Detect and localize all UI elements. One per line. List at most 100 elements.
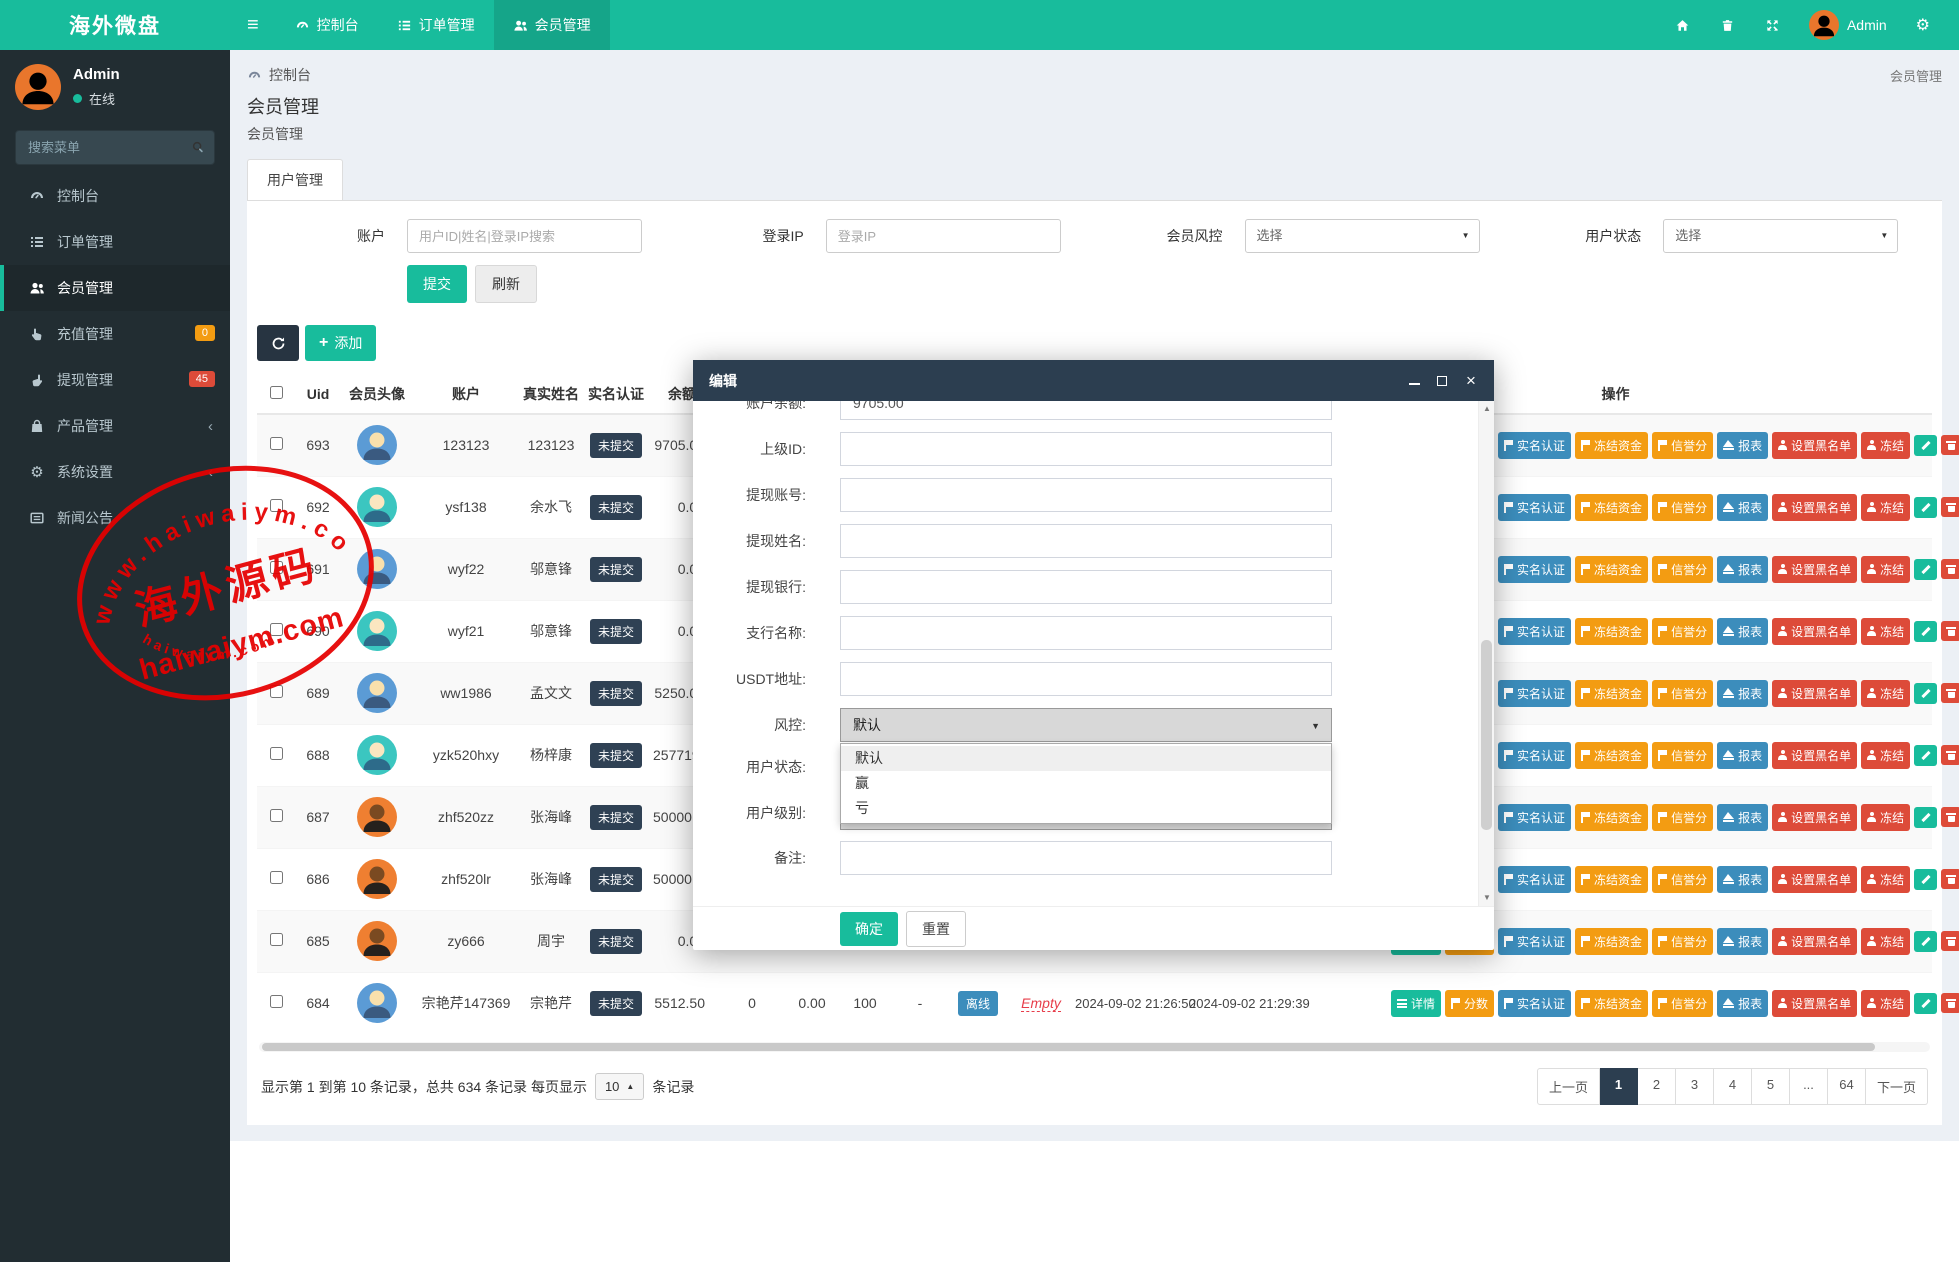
- row-checkbox[interactable]: [270, 995, 283, 1008]
- report-button[interactable]: 报表: [1717, 680, 1768, 707]
- dropdown-option[interactable]: 赢: [841, 771, 1331, 796]
- edit-button[interactable]: [1914, 993, 1937, 1014]
- field-input[interactable]: [840, 401, 1332, 420]
- page-button-2[interactable]: 2: [1638, 1068, 1676, 1105]
- delete-button[interactable]: [1941, 931, 1959, 951]
- edit-button[interactable]: [1914, 497, 1937, 518]
- report-button[interactable]: 报表: [1717, 494, 1768, 521]
- settings-button[interactable]: ⚙: [1901, 0, 1945, 50]
- close-icon[interactable]: ×: [1464, 374, 1478, 388]
- sidebar-item-recharge[interactable]: 充值管理 0: [0, 311, 230, 357]
- field-input[interactable]: [840, 662, 1332, 696]
- page-button-4[interactable]: 4: [1714, 1068, 1752, 1105]
- freeze-button[interactable]: 冻结: [1861, 990, 1910, 1017]
- freeze-button[interactable]: 冻结: [1861, 742, 1910, 769]
- credit-score-button[interactable]: 信誉分: [1652, 928, 1713, 955]
- blacklist-button[interactable]: 设置黑名单: [1772, 742, 1857, 769]
- nav-item-members[interactable]: 会员管理: [494, 0, 610, 50]
- freeze-button[interactable]: 冻结: [1861, 556, 1910, 583]
- edit-button[interactable]: [1914, 931, 1937, 952]
- edit-button[interactable]: [1914, 559, 1937, 580]
- report-button[interactable]: 报表: [1717, 990, 1768, 1017]
- credit-score-button[interactable]: 信誉分: [1652, 618, 1713, 645]
- blacklist-button[interactable]: 设置黑名单: [1772, 680, 1857, 707]
- delete-button[interactable]: [1941, 497, 1959, 517]
- freeze-funds-button[interactable]: 冻结资金: [1575, 866, 1648, 893]
- row-checkbox[interactable]: [270, 933, 283, 946]
- report-button[interactable]: 报表: [1717, 866, 1768, 893]
- scrollbar-thumb[interactable]: [262, 1043, 1875, 1051]
- report-button[interactable]: 报表: [1717, 742, 1768, 769]
- next-page-button[interactable]: 下一页: [1866, 1068, 1928, 1105]
- reset-button[interactable]: 重置: [906, 911, 966, 947]
- risk-filter-select[interactable]: 选择: [1245, 219, 1480, 253]
- field-input[interactable]: [840, 478, 1332, 512]
- tab-user-management[interactable]: 用户管理: [247, 159, 343, 200]
- realname-button[interactable]: 实名认证: [1498, 680, 1571, 707]
- maximize-icon[interactable]: [1437, 376, 1447, 386]
- report-button[interactable]: 报表: [1717, 432, 1768, 459]
- edit-button[interactable]: [1914, 621, 1937, 642]
- edit-button[interactable]: [1914, 435, 1937, 456]
- row-checkbox[interactable]: [270, 685, 283, 698]
- realname-button[interactable]: 实名认证: [1498, 556, 1571, 583]
- freeze-button[interactable]: 冻结: [1861, 432, 1910, 459]
- score-button[interactable]: 分数: [1445, 990, 1494, 1017]
- delete-button[interactable]: [1941, 621, 1959, 641]
- credit-score-button[interactable]: 信誉分: [1652, 866, 1713, 893]
- field-input[interactable]: [840, 524, 1332, 558]
- minimize-icon[interactable]: [1409, 377, 1420, 385]
- sidebar-item-products[interactable]: 产品管理 ‹: [0, 403, 230, 449]
- realname-button[interactable]: 实名认证: [1498, 866, 1571, 893]
- dropdown-option[interactable]: 亏: [841, 796, 1331, 821]
- account-filter-input[interactable]: [407, 219, 642, 253]
- delete-button[interactable]: [1941, 559, 1959, 579]
- horizontal-scrollbar[interactable]: [259, 1042, 1930, 1052]
- freeze-funds-button[interactable]: 冻结资金: [1575, 742, 1648, 769]
- realname-button[interactable]: 实名认证: [1498, 928, 1571, 955]
- page-button-5[interactable]: 5: [1752, 1068, 1790, 1105]
- report-button[interactable]: 报表: [1717, 928, 1768, 955]
- page-button-...[interactable]: ...: [1790, 1068, 1828, 1105]
- row-checkbox[interactable]: [270, 871, 283, 884]
- freeze-funds-button[interactable]: 冻结资金: [1575, 928, 1648, 955]
- field-input[interactable]: [840, 570, 1332, 604]
- sidebar-item-members[interactable]: 会员管理: [0, 265, 230, 311]
- sidebar-item-news[interactable]: 新闻公告: [0, 495, 230, 541]
- edit-button[interactable]: [1914, 745, 1937, 766]
- scrollbar-thumb[interactable]: [1481, 640, 1492, 830]
- freeze-button[interactable]: 冻结: [1861, 618, 1910, 645]
- freeze-button[interactable]: 冻结: [1861, 804, 1910, 831]
- delete-button[interactable]: [1941, 869, 1959, 889]
- freeze-button[interactable]: 冻结: [1861, 494, 1910, 521]
- credit-score-button[interactable]: 信誉分: [1652, 742, 1713, 769]
- nav-item-dashboard[interactable]: 控制台: [276, 0, 378, 50]
- blacklist-button[interactable]: 设置黑名单: [1772, 928, 1857, 955]
- credit-score-button[interactable]: 信誉分: [1652, 804, 1713, 831]
- freeze-funds-button[interactable]: 冻结资金: [1575, 990, 1648, 1017]
- freeze-funds-button[interactable]: 冻结资金: [1575, 680, 1648, 707]
- field-input[interactable]: [840, 841, 1332, 875]
- brand-logo[interactable]: 海外微盘: [0, 0, 230, 50]
- scroll-down-icon[interactable]: ▼: [1479, 890, 1494, 906]
- edit-dialog-header[interactable]: 编辑 ×: [693, 360, 1494, 401]
- freeze-funds-button[interactable]: 冻结资金: [1575, 556, 1648, 583]
- sidebar-search-input[interactable]: [15, 130, 215, 165]
- blacklist-button[interactable]: 设置黑名单: [1772, 990, 1857, 1017]
- credit-score-button[interactable]: 信誉分: [1652, 680, 1713, 707]
- freeze-funds-button[interactable]: 冻结资金: [1575, 494, 1648, 521]
- vertical-scrollbar[interactable]: ▲ ▼: [1478, 401, 1494, 906]
- delete-button[interactable]: [1941, 993, 1959, 1013]
- blacklist-button[interactable]: 设置黑名单: [1772, 866, 1857, 893]
- credit-score-button[interactable]: 信誉分: [1652, 990, 1713, 1017]
- clear-cache-button[interactable]: [1705, 0, 1750, 50]
- edit-button[interactable]: [1914, 869, 1937, 890]
- home-button[interactable]: [1660, 0, 1705, 50]
- sidebar-toggle-button[interactable]: ≡: [230, 0, 276, 50]
- sidebar-item-dashboard[interactable]: 控制台: [0, 173, 230, 219]
- user-menu[interactable]: Admin: [1795, 10, 1901, 40]
- row-checkbox[interactable]: [270, 561, 283, 574]
- sidebar-item-withdraw[interactable]: 提现管理 45: [0, 357, 230, 403]
- realname-button[interactable]: 实名认证: [1498, 494, 1571, 521]
- blacklist-button[interactable]: 设置黑名单: [1772, 494, 1857, 521]
